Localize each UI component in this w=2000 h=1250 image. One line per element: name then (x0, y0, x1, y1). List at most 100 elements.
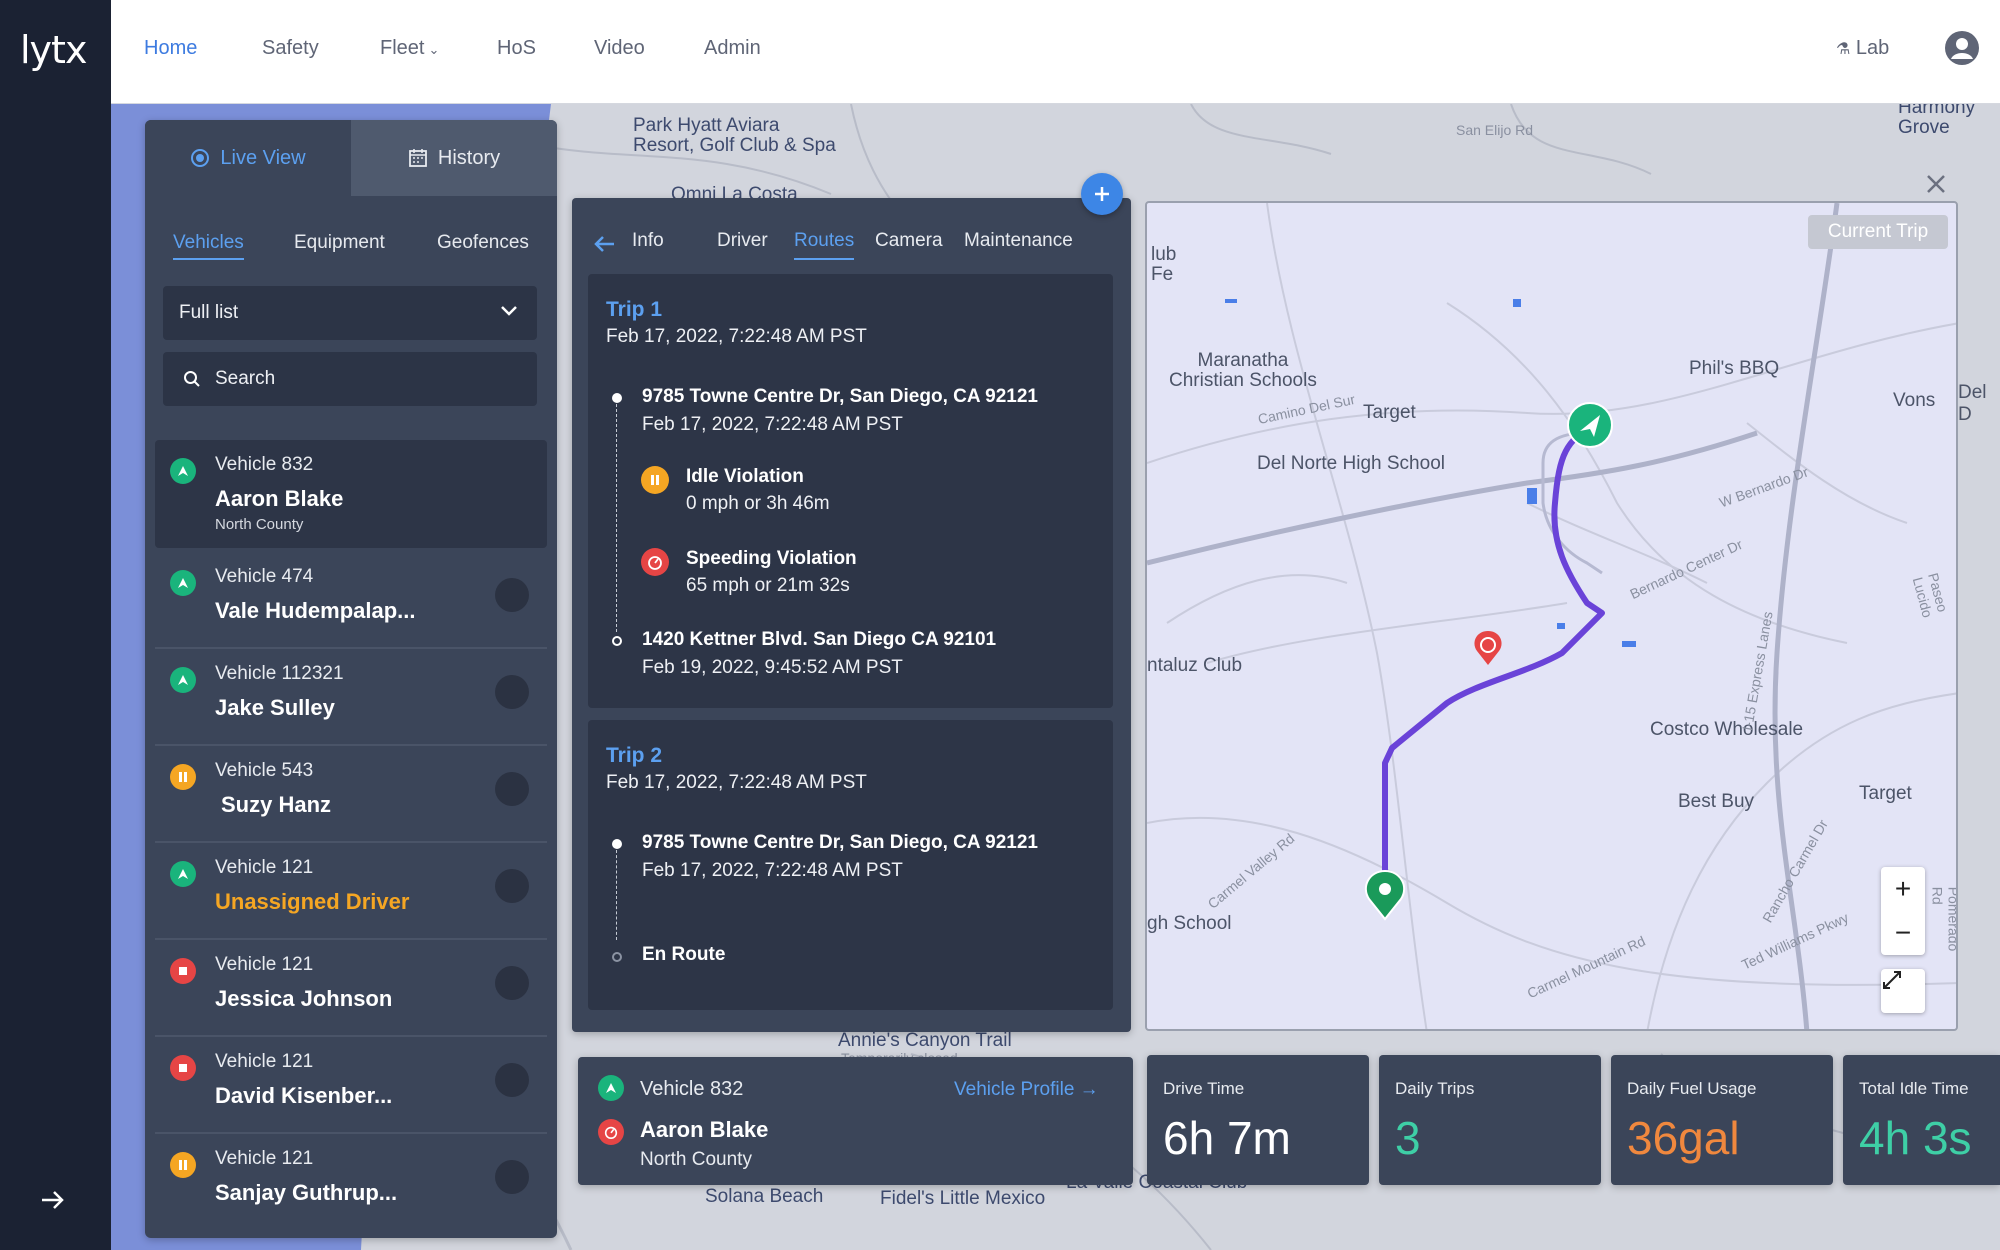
search-icon (184, 371, 200, 387)
nav-hos[interactable]: HoS (497, 37, 536, 60)
map-label-phils: Phil's BBQ (1689, 358, 1780, 379)
vehicle-row[interactable]: Vehicle 121 Sanjay Guthrup... (155, 1134, 547, 1231)
vehicle-search-input[interactable]: Search (163, 352, 537, 406)
vehicle-profile-link[interactable]: Vehicle Profile → (954, 1079, 1099, 1101)
map-label-del: Del D (1958, 382, 1987, 425)
stat-label: Daily Fuel Usage (1627, 1079, 1757, 1098)
speeding-icon (598, 1119, 624, 1145)
zoom-out-button[interactable]: − (1881, 911, 1925, 955)
en-route-dot (612, 952, 622, 962)
vehicle-region: North County (640, 1149, 752, 1170)
map-label-target-2: Target (1859, 783, 1912, 804)
selected-vehicle-card: Vehicle 832 Aaron Blake North County Veh… (578, 1057, 1133, 1185)
lytx-logo[interactable]: lytx (20, 28, 87, 72)
detail-tabs: Info Driver Routes Camera Maintenance (592, 230, 1112, 260)
left-rail: lytx (0, 0, 111, 1250)
add-button[interactable] (1081, 173, 1123, 215)
moving-status-icon (170, 570, 196, 596)
nav-video[interactable]: Video (594, 37, 645, 60)
vehicle-row[interactable]: Vehicle 832 Aaron Blake North County (155, 440, 547, 548)
vehicle-indicator (495, 578, 529, 612)
vehicle-position-marker[interactable] (1567, 402, 1613, 448)
map-label-san-elijo: San Elijo Rd (1456, 122, 1534, 138)
nav-admin[interactable]: Admin (704, 37, 761, 60)
lab-link[interactable]: ⚗ Lab (1836, 37, 1889, 60)
tab-routes[interactable]: Routes (794, 230, 855, 260)
vehicle-name: Vehicle 832 (640, 1078, 744, 1100)
subtab-vehicles[interactable]: Vehicles (173, 232, 244, 260)
trip-title: Trip 1 (606, 298, 663, 321)
list-filter-select[interactable]: Full list (163, 286, 537, 340)
stat-daily-trips: Daily Trips 3 (1379, 1055, 1601, 1185)
map-label-high-school: gh School (1147, 913, 1232, 934)
vehicle-row[interactable]: Vehicle 543 Suzy Hanz (155, 746, 547, 843)
end-date: Feb 19, 2022, 9:45:52 AM PST (642, 657, 903, 678)
vehicle-row[interactable]: Vehicle 121 Jessica Johnson (155, 940, 547, 1037)
vehicle-indicator (495, 1160, 529, 1194)
trip-card[interactable]: Trip 2 Feb 17, 2022, 7:22:48 AM PST 9785… (588, 720, 1113, 1010)
vehicle-name: Vehicle 474 (215, 566, 314, 587)
stat-daily-fuel: Daily Fuel Usage 36gal (1611, 1055, 1833, 1185)
start-date: Feb 17, 2022, 7:22:48 AM PST (642, 860, 903, 881)
stopped-status-icon (170, 1055, 196, 1081)
vehicle-row[interactable]: Vehicle 121 Unassigned Driver (155, 843, 547, 940)
nav-home[interactable]: Home (144, 37, 197, 60)
vehicle-row[interactable]: Vehicle 474 Vale Hudempalap... (155, 552, 547, 649)
tab-camera[interactable]: Camera (875, 230, 943, 252)
trip-start-pin[interactable] (1364, 869, 1406, 921)
stat-drive-time: Drive Time 6h 7m (1147, 1055, 1369, 1185)
trip-card[interactable]: Trip 1 Feb 17, 2022, 7:22:48 AM PST 9785… (588, 274, 1113, 708)
trip-end-dot (612, 636, 622, 646)
start-address: 9785 Towne Centre Dr, San Diego, CA 9212… (642, 386, 1038, 407)
idle-violation-icon (641, 466, 669, 494)
tab-history-label: History (437, 146, 501, 169)
vehicle-name: Vehicle 121 (215, 857, 314, 878)
map-label-target: Target (1363, 402, 1416, 423)
nav-fleet[interactable]: Fleet ⌄ (380, 37, 439, 60)
close-icon[interactable] (1923, 171, 1949, 197)
user-avatar-icon[interactable] (1944, 30, 1980, 66)
vehicle-row[interactable]: Vehicle 112321 Jake Sulley (155, 649, 547, 746)
driver-name: Aaron Blake (640, 1117, 769, 1142)
chevron-down-icon: ⌄ (428, 42, 440, 57)
tab-live-label: Live View (220, 146, 306, 169)
trip-detail-panel: Info Driver Routes Camera Maintenance Tr… (572, 198, 1131, 1032)
zoom-in-button[interactable]: + (1881, 867, 1925, 911)
back-arrow-icon[interactable] (592, 234, 616, 254)
subtab-geofences[interactable]: Geofences (437, 232, 529, 254)
map-label-fidels: Fidel's Little Mexico (880, 1188, 1046, 1209)
tab-info[interactable]: Info (632, 230, 664, 252)
trip-map[interactable]: Current Trip Phil's BBQ Vons Maranatha C… (1145, 201, 1958, 1031)
idle-status-icon (170, 764, 196, 790)
speeding-event-marker[interactable] (1474, 631, 1502, 665)
vehicle-indicator (495, 966, 529, 1000)
trip-title: Trip 2 (606, 744, 663, 767)
trip-date: Feb 17, 2022, 7:22:48 AM PST (606, 326, 867, 347)
moving-status-icon (170, 861, 196, 887)
stat-label: Daily Trips (1395, 1079, 1475, 1098)
map-label-pomerado: Pomerado Rd (1929, 886, 1958, 952)
map-label-vons: Vons (1893, 390, 1936, 411)
map-label-maranatha: Maranatha Christian Schools (1169, 350, 1317, 391)
event-title: Speeding Violation (686, 548, 857, 569)
search-placeholder: Search (215, 368, 276, 389)
lab-label: Lab (1855, 37, 1890, 59)
subtab-equipment[interactable]: Equipment (294, 232, 385, 254)
tab-maintenance[interactable]: Maintenance (964, 230, 1073, 252)
stat-label: Total Idle Time (1859, 1079, 1969, 1098)
stopped-status-icon (170, 958, 196, 984)
fullscreen-button[interactable] (1881, 969, 1925, 1013)
expand-sidebar-icon[interactable] (38, 1185, 68, 1215)
tab-driver[interactable]: Driver (717, 230, 768, 252)
trip-start-dot (612, 393, 622, 403)
tab-live-view[interactable]: Live View (145, 120, 351, 196)
vehicle-name: Vehicle 832 (215, 454, 314, 475)
vehicle-name: Vehicle 543 (215, 760, 314, 781)
start-address: 9785 Towne Centre Dr, San Diego, CA 9212… (642, 832, 1038, 853)
vehicle-row[interactable]: Vehicle 121 David Kisenber... (155, 1037, 547, 1134)
vehicle-indicator (495, 675, 529, 709)
tab-history[interactable]: History (351, 120, 557, 196)
nav-safety[interactable]: Safety (262, 37, 319, 60)
current-trip-badge[interactable]: Current Trip (1808, 215, 1948, 249)
map-label-costco: Costco Wholesale (1650, 719, 1804, 740)
